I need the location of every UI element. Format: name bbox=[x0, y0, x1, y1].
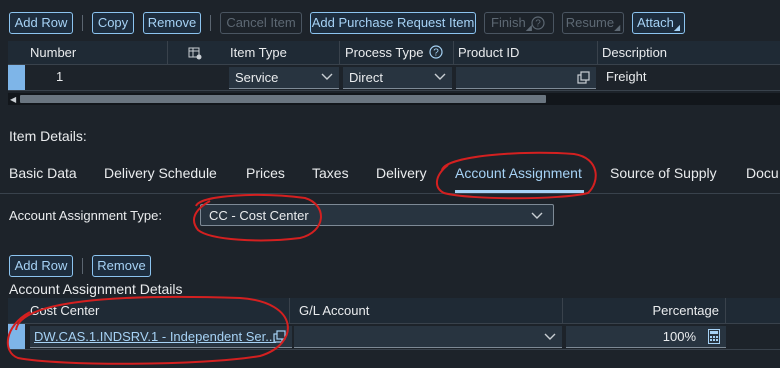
process-type-label: Process Type bbox=[345, 45, 424, 60]
column-cost-center-header[interactable]: Cost Center bbox=[8, 298, 290, 324]
chevron-down-icon[interactable] bbox=[434, 73, 446, 81]
remove-button[interactable]: Remove bbox=[92, 255, 151, 277]
tab-delivery-schedule[interactable]: Delivery Schedule bbox=[104, 165, 217, 181]
product-id-field[interactable] bbox=[456, 67, 596, 89]
help-circle-icon: ? bbox=[531, 16, 545, 30]
chevron-down-icon[interactable] bbox=[531, 212, 543, 220]
tab-basic-data[interactable]: Basic Data bbox=[9, 165, 77, 181]
copy-button[interactable]: Copy bbox=[92, 12, 134, 34]
percentage-value: 100% bbox=[662, 329, 696, 344]
column-gl-account-header[interactable]: G/L Account bbox=[291, 298, 563, 324]
attach-label: Attach bbox=[636, 15, 674, 30]
items-table: Number Item Type Process Type ? Product … bbox=[8, 41, 780, 107]
tab-delivery[interactable]: Delivery bbox=[376, 165, 427, 181]
table-row[interactable]: DW.CAS.1.INDSRV.1 - Independent Ser... 1… bbox=[8, 324, 780, 350]
scroll-left-icon[interactable]: ◀ bbox=[10, 95, 16, 104]
toolbar-separator bbox=[82, 15, 83, 31]
row-selector[interactable] bbox=[8, 324, 25, 349]
tab-source-of-supply[interactable]: Source of Supply bbox=[610, 165, 717, 181]
description-value: Freight bbox=[606, 69, 647, 84]
items-table-header: Number Item Type Process Type ? Product … bbox=[8, 41, 780, 65]
toolbar-separator bbox=[210, 15, 211, 31]
gl-account-select[interactable] bbox=[294, 326, 562, 348]
finish-button[interactable]: Finish◢ ? bbox=[484, 12, 554, 34]
process-type-value: Direct bbox=[349, 70, 383, 85]
column-number-header[interactable]: Number bbox=[8, 41, 168, 65]
item-type-value: Service bbox=[235, 70, 279, 85]
account-assignment-table-header: Cost Center G/L Account Percentage bbox=[8, 298, 780, 324]
account-assignment-type-select[interactable]: CC - Cost Center bbox=[200, 204, 554, 226]
tab-prices[interactable]: Prices bbox=[246, 165, 285, 181]
row-selector[interactable] bbox=[8, 65, 25, 90]
add-row-button[interactable]: Add Row bbox=[9, 12, 73, 34]
toolbar-separator bbox=[82, 258, 83, 274]
cancel-item-button[interactable]: Cancel Item bbox=[220, 12, 302, 34]
item-details-title: Item Details: bbox=[9, 128, 87, 144]
column-product-id-header[interactable]: Product ID bbox=[454, 41, 598, 65]
column-settings-icon[interactable] bbox=[188, 46, 202, 60]
tab-taxes[interactable]: Taxes bbox=[312, 165, 349, 181]
process-type-select[interactable]: Direct bbox=[343, 67, 452, 89]
attach-button[interactable]: Attach◢ bbox=[632, 12, 685, 34]
percentage-field[interactable]: 100% bbox=[566, 326, 726, 348]
column-item-type-header[interactable]: Item Type bbox=[226, 41, 340, 65]
table-row[interactable]: 1 Service Direct Freight bbox=[8, 65, 780, 91]
account-assignment-details-title: Account Assignment Details bbox=[9, 281, 183, 297]
column-percentage-header[interactable]: Percentage bbox=[564, 298, 726, 324]
value-help-icon[interactable] bbox=[577, 71, 590, 84]
cost-center-link[interactable]: DW.CAS.1.INDSRV.1 - Independent Ser... bbox=[34, 329, 276, 344]
add-row-button[interactable]: Add Row bbox=[9, 255, 73, 277]
item-type-select[interactable]: Service bbox=[229, 67, 339, 89]
column-process-type-header[interactable]: Process Type ? bbox=[341, 41, 454, 65]
account-assignment-type-label: Account Assignment Type: bbox=[9, 208, 162, 223]
toolbar: Add Row Copy Remove Cancel Item Add Purc… bbox=[0, 0, 780, 40]
help-circle-icon[interactable]: ? bbox=[429, 45, 443, 59]
chevron-down-icon[interactable] bbox=[321, 73, 333, 81]
chevron-down-icon[interactable] bbox=[544, 333, 556, 341]
column-description-header[interactable]: Description bbox=[598, 41, 780, 65]
account-assignment-table: Cost Center G/L Account Percentage DW.CA… bbox=[8, 298, 780, 354]
row-number: 1 bbox=[56, 69, 64, 84]
svg-text:?: ? bbox=[433, 48, 439, 59]
dropdown-corner-icon: ◢ bbox=[673, 23, 680, 32]
svg-text:?: ? bbox=[535, 19, 541, 30]
resume-label: Resume bbox=[565, 15, 615, 30]
dropdown-corner-icon: ◢ bbox=[614, 23, 621, 32]
finish-label: Finish bbox=[491, 15, 526, 30]
account-assignment-type-value: CC - Cost Center bbox=[209, 208, 309, 223]
value-help-icon[interactable] bbox=[273, 330, 286, 343]
tab-documents[interactable]: Docu bbox=[746, 165, 779, 181]
calculator-icon[interactable] bbox=[708, 329, 720, 344]
add-purchase-request-item-button[interactable]: Add Purchase Request Item bbox=[310, 12, 476, 34]
horizontal-scrollbar[interactable]: ◀ bbox=[8, 93, 780, 105]
scroll-thumb[interactable] bbox=[20, 95, 546, 103]
cost-center-field[interactable]: DW.CAS.1.INDSRV.1 - Independent Ser... bbox=[30, 326, 292, 348]
tab-account-assignment[interactable]: Account Assignment bbox=[455, 165, 582, 181]
resume-button[interactable]: Resume◢ bbox=[562, 12, 624, 34]
remove-button[interactable]: Remove bbox=[143, 12, 201, 34]
tabbar-divider bbox=[0, 193, 780, 194]
